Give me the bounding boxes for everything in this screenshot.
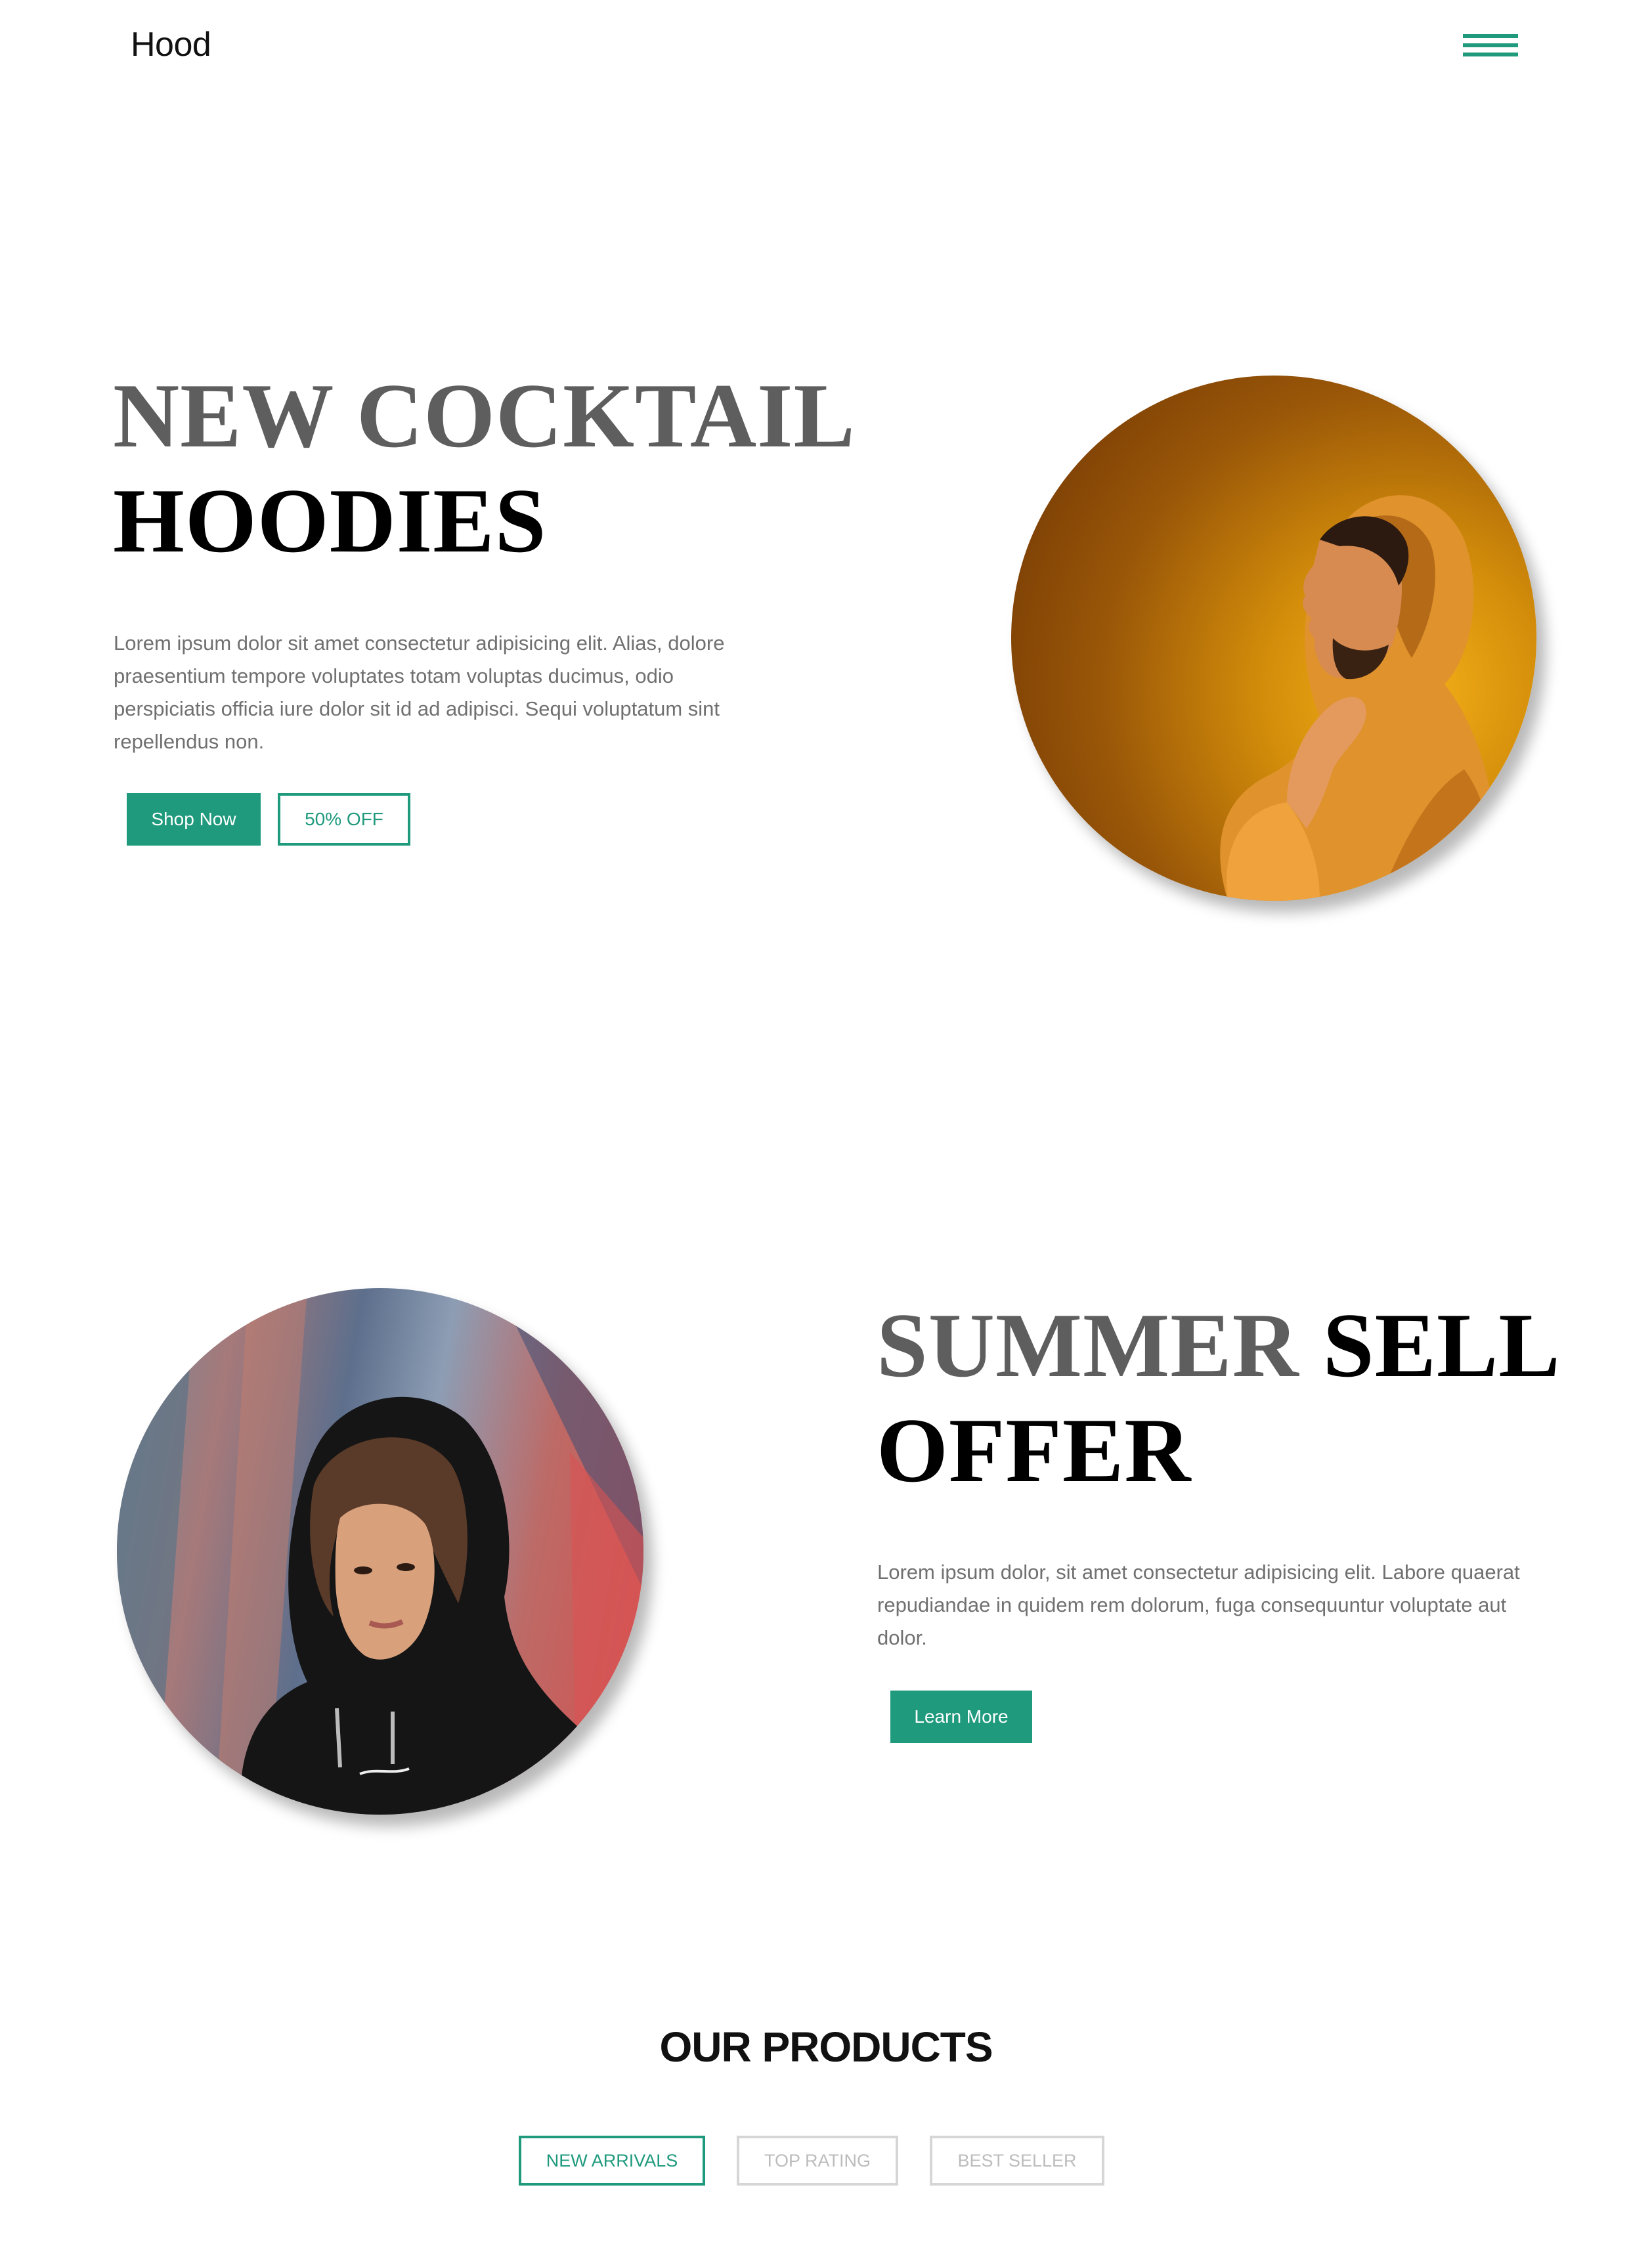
learn-more-button[interactable]: Learn More — [890, 1691, 1032, 1743]
site-header: Hood — [0, 0, 1652, 92]
man-in-hoodie-illustration — [1220, 495, 1510, 901]
tab-best-seller[interactable]: BEST SELLER — [930, 2136, 1104, 2186]
hero-description: Lorem ipsum dolor sit amet consectetur a… — [114, 632, 725, 753]
discount-button[interactable]: 50% OFF — [278, 793, 410, 846]
hamburger-menu-icon[interactable] — [1463, 33, 1518, 62]
hero-hoodie-photo — [1011, 376, 1536, 901]
summer-title: SUMMER SELL OFFER — [877, 1293, 1599, 1503]
hero-title-line2: HOODIES — [113, 470, 547, 572]
menu-bar — [1463, 53, 1518, 56]
woman-in-hoodie-illustration — [117, 1288, 643, 1815]
summer-description: Lorem ipsum dolor, sit amet consectetur … — [877, 1561, 1520, 1649]
summer-title-word1: SUMMER — [877, 1295, 1299, 1396]
summer-hoodie-photo — [117, 1288, 643, 1815]
menu-bar — [1463, 34, 1518, 38]
hero-title: NEW COCKTAIL HOODIES — [113, 364, 888, 574]
products-title: OUR PRODUCTS — [659, 2023, 993, 2071]
tab-new-arrivals[interactable]: NEW ARRIVALS — [519, 2136, 705, 2186]
summer-title-line2: OFFER — [877, 1400, 1192, 1501]
hero-title-line1: NEW COCKTAIL — [113, 365, 856, 467]
site-logo[interactable]: Hood — [131, 24, 211, 66]
tab-top-rating[interactable]: TOP RATING — [737, 2136, 898, 2186]
summer-title-word2: SELL — [1322, 1295, 1561, 1396]
menu-bar — [1463, 43, 1518, 47]
shop-now-button[interactable]: Shop Now — [127, 793, 261, 846]
